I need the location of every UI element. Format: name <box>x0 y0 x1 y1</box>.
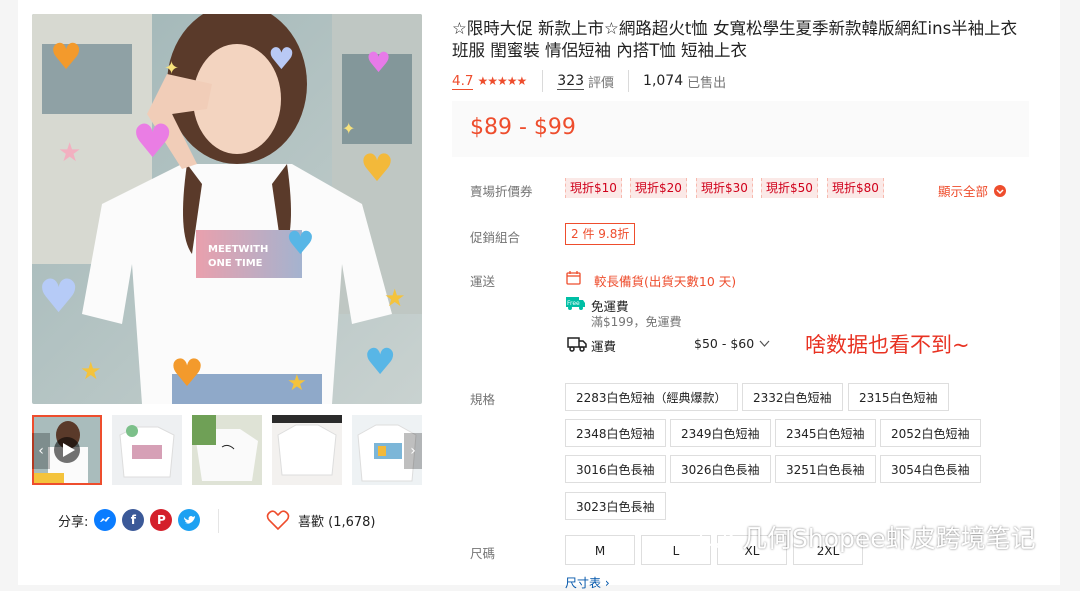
thumbnail-3[interactable] <box>192 415 262 485</box>
like-button[interactable]: 喜歡 (1,678) <box>266 509 376 531</box>
size-chart-link[interactable]: 尺寸表 › <box>565 574 610 591</box>
svg-text:♥: ♥ <box>364 342 396 383</box>
variation-option[interactable]: 2349白色短袖 <box>670 419 771 447</box>
thumbnail-2[interactable] <box>112 415 182 485</box>
svg-text:♥: ♥ <box>366 46 391 79</box>
reviews-label: 評價 <box>588 75 615 91</box>
vouchers-label: 賣場折價券 <box>470 184 533 199</box>
svg-text:♥: ♥ <box>170 351 204 395</box>
variation-option[interactable]: 3251白色長袖 <box>775 455 876 483</box>
watermark-text: 几何Shopee虾皮跨境笔记 <box>742 524 1036 553</box>
variation-option[interactable]: 3016白色長袖 <box>565 455 666 483</box>
promo-label: 促銷組合 <box>470 230 521 245</box>
product-page: MEETWITH ONE TIME ♥ ♥ ♥ ♥ ♥ ♥ ♥ ♥ ♥ ★ ★ … <box>0 0 1080 590</box>
chevron-down-icon <box>759 340 770 347</box>
wechat-icon <box>700 524 734 549</box>
reviews-count[interactable]: 323 <box>557 73 585 90</box>
share-like-divider <box>218 509 219 533</box>
price-range: $89 - $99 <box>470 115 576 140</box>
variation-option[interactable]: 3026白色長袖 <box>670 455 771 483</box>
messenger-icon[interactable] <box>94 509 117 531</box>
gallery-prev-arrow[interactable]: ‹ <box>32 433 50 469</box>
thumbnail-strip: ‹ › <box>32 415 422 485</box>
shipping-fee-label: 運費 <box>591 339 617 354</box>
thumbnail-4[interactable] <box>272 415 342 485</box>
product-title: ☆限時大促 新款上市☆網路超火t恤 女寬松學生夏季新款韓版網紅ins半袖上衣 班… <box>452 19 1018 60</box>
variation-option[interactable]: 2332白色短袖 <box>742 383 843 411</box>
svg-text:♥: ♥ <box>50 37 82 78</box>
svg-text:★: ★ <box>287 371 307 396</box>
twitter-icon[interactable] <box>178 509 201 531</box>
variation-option[interactable]: 2283白色短袖（經典爆款） <box>565 383 738 411</box>
variation-option[interactable]: 2348白色短袖 <box>565 419 666 447</box>
show-all-vouchers-button[interactable]: 顯示全部 <box>938 181 1007 200</box>
price-box: $89 - $99 <box>452 101 1029 157</box>
sold-label: 已售出 <box>687 75 727 91</box>
svg-text:★: ★ <box>80 357 102 385</box>
promo-bundle-tag[interactable]: 2 件 9.8折 <box>565 223 636 245</box>
shipping-label: 運送 <box>470 274 496 289</box>
variation-option[interactable]: 3023白色長袖 <box>565 492 666 520</box>
size-label: 尺碼 <box>470 546 496 561</box>
voucher-tag[interactable]: 現折$20 <box>630 178 687 198</box>
voucher-tag[interactable]: 現折$50 <box>761 178 818 198</box>
free-shipping-icon: Free <box>566 297 585 310</box>
variation-label: 規格 <box>470 392 496 407</box>
svg-text:♥: ♥ <box>132 114 173 168</box>
main-product-image[interactable]: MEETWITH ONE TIME ♥ ♥ ♥ ♥ ♥ ♥ ♥ ♥ ♥ ★ ★ … <box>32 14 422 404</box>
size-option[interactable]: M <box>565 535 635 565</box>
variation-option[interactable]: 2052白色短袖 <box>880 419 981 447</box>
chevron-down-circle-icon <box>994 184 1007 197</box>
free-shipping-condition: 滿$199，免運費 <box>591 315 682 329</box>
rating-value[interactable]: 4.7 <box>452 73 474 90</box>
svg-text:✦: ✦ <box>164 58 179 79</box>
pinterest-icon[interactable]: P <box>150 509 173 531</box>
show-all-label: 顯示全部 <box>938 184 989 199</box>
watermark: 几何Shopee虾皮跨境笔记 <box>700 519 1036 555</box>
voucher-tag[interactable]: 現折$10 <box>565 178 622 198</box>
svg-text:★: ★ <box>384 284 406 312</box>
shipping-fee-range: $50 - $60 <box>694 336 755 351</box>
sold-count: 1,074 <box>643 73 684 89</box>
svg-text:MEETWITH: MEETWITH <box>208 244 268 255</box>
rating-stars-icon: ★★★★★ <box>477 74 527 88</box>
svg-text:✦: ✦ <box>342 119 355 138</box>
like-count: 喜歡 (1,678) <box>298 514 376 530</box>
svg-text:♥: ♥ <box>268 42 295 77</box>
svg-text:★: ★ <box>58 138 81 168</box>
stats-divider <box>542 70 544 92</box>
heart-outline-icon <box>266 510 290 531</box>
calendar-icon <box>566 271 581 285</box>
variation-option[interactable]: 2315白色短袖 <box>848 383 949 411</box>
annotation-text: 啥数据也看不到~ <box>805 333 970 357</box>
gallery-next-arrow[interactable]: › <box>404 433 422 469</box>
svg-text:ONE TIME: ONE TIME <box>208 258 263 269</box>
preorder-notice: 較長備貨(出貨天數10 天) <box>594 274 737 289</box>
stats-divider <box>628 70 630 92</box>
share-label: 分享: <box>58 514 89 530</box>
shipping-fee-dropdown[interactable]: $50 - $60 <box>694 336 770 351</box>
variation-option[interactable]: 2345白色短袖 <box>775 419 876 447</box>
free-badge-text: Free <box>567 300 580 307</box>
variation-option[interactable]: 3054白色長袖 <box>880 455 981 483</box>
facebook-icon[interactable]: f <box>122 509 145 531</box>
share-bar: 分享: f P <box>58 509 201 531</box>
product-stats: 4.7 ★★★★★ 323 評價 1,074 已售出 <box>452 70 726 92</box>
truck-icon <box>567 337 587 352</box>
svg-text:♥: ♥ <box>38 269 79 323</box>
svg-text:♥: ♥ <box>286 224 315 262</box>
svg-text:♥: ♥ <box>360 146 394 190</box>
voucher-tag[interactable]: 現折$80 <box>827 178 884 198</box>
voucher-tag[interactable]: 現折$30 <box>696 178 753 198</box>
